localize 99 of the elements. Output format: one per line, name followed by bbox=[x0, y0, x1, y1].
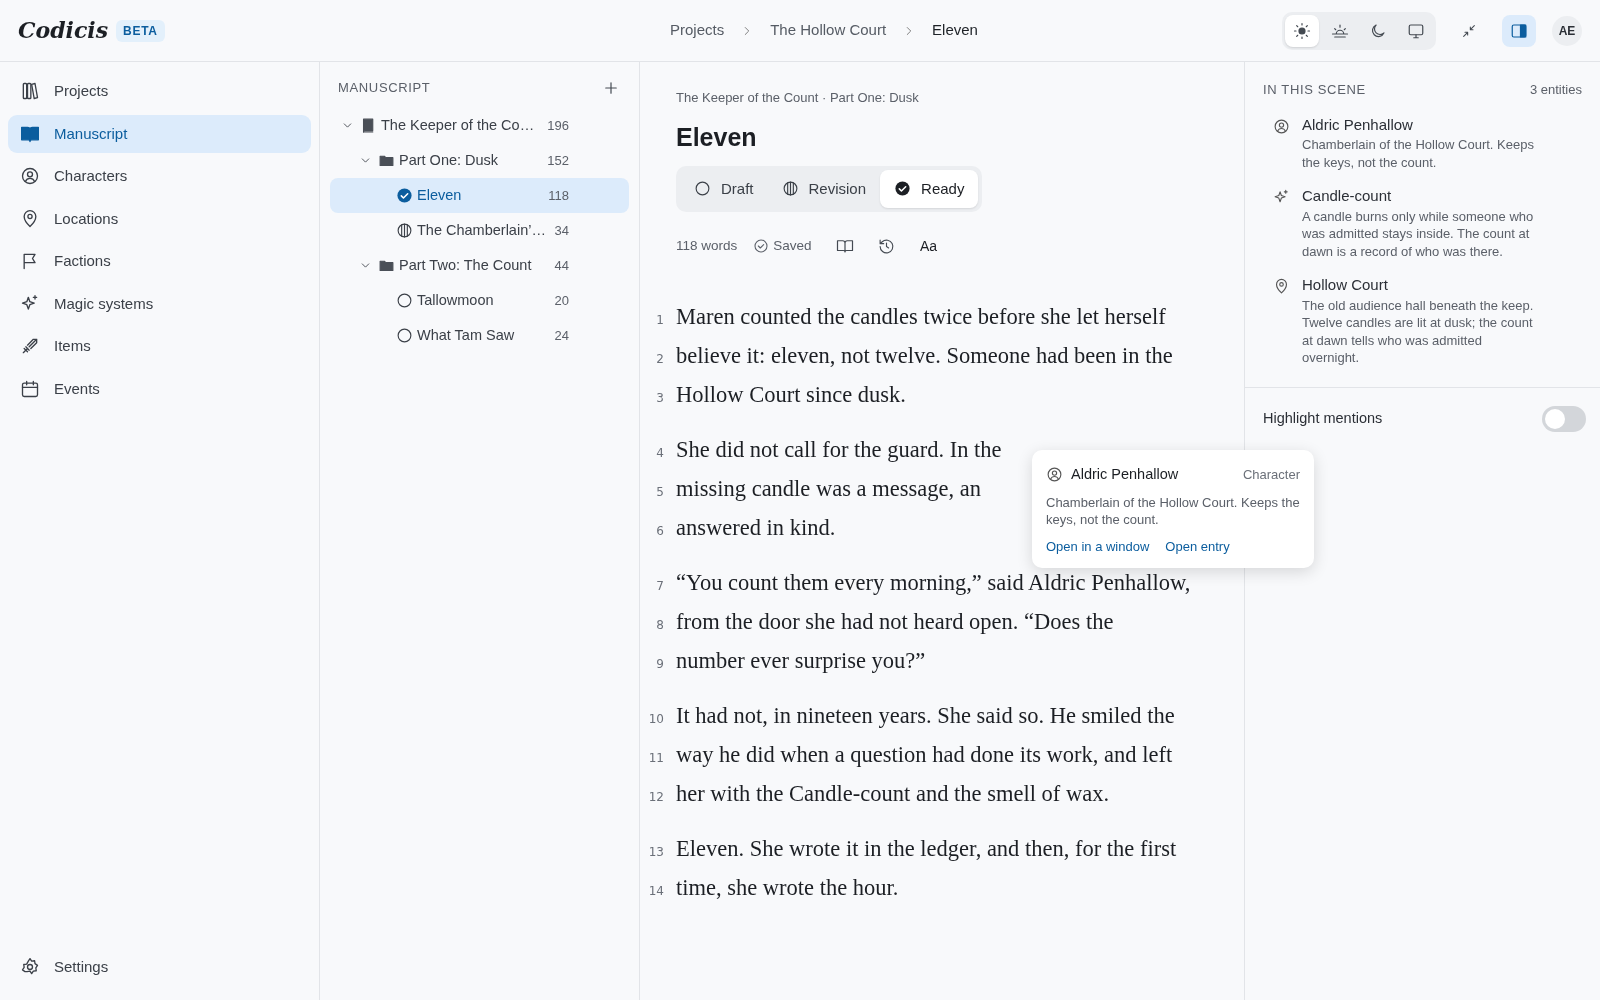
prose-line: “You count them every morning,” said Aldric Penhallow, bbox=[676, 569, 1191, 597]
entity-name[interactable]: Candle-count bbox=[1302, 185, 1542, 208]
settings-icon bbox=[20, 956, 40, 977]
nav-item[interactable]: Characters bbox=[8, 157, 311, 196]
panel-title: IN THIS SCENE bbox=[1263, 81, 1366, 99]
prose-line: time, she wrote the hour. bbox=[676, 874, 899, 902]
tree-item[interactable]: Tallowmoon 20 bbox=[330, 283, 629, 318]
collapse-icon bbox=[1461, 22, 1477, 39]
nav-item[interactable]: Items bbox=[8, 327, 311, 366]
map-pin-icon bbox=[1273, 278, 1290, 296]
word-count: 118 words bbox=[676, 236, 738, 255]
prose-line: It had not, in nineteen years. She said so. He smiled the bbox=[676, 702, 1175, 730]
open-book-icon bbox=[835, 237, 854, 255]
popover-title: Aldric Penhallow bbox=[1071, 465, 1179, 484]
prose-line: She did not call for the guard. In the bbox=[676, 436, 1002, 464]
line-number: 1 bbox=[655, 312, 665, 329]
tree-item[interactable]: What Tam Saw 24 bbox=[330, 318, 629, 353]
popover-description: Chamberlain of the Hollow Court. Keeps the keys, not the count. bbox=[1046, 493, 1300, 529]
panel-title: MANUSCRIPT bbox=[338, 79, 431, 98]
breadcrumb-link[interactable]: Eleven bbox=[932, 19, 978, 42]
line-number: 4 bbox=[655, 445, 665, 462]
prose-line: Maren counted the candles twice before she let herself bbox=[676, 303, 1166, 331]
prose-line: believe it: eleven, not twelve. Someone had been in the bbox=[676, 342, 1173, 370]
panel-toggle-button[interactable] bbox=[1502, 14, 1536, 47]
moon-icon bbox=[1369, 21, 1387, 40]
tree-item[interactable]: Part Two: The Count 44 bbox=[330, 248, 629, 283]
line-number: 9 bbox=[655, 656, 665, 673]
entity-description: The old audience hall beneath the keep. Twelve candles are lit at dusk; the count at dawn tells who was admitted overnight. bbox=[1302, 296, 1535, 367]
empty-circle-icon bbox=[396, 327, 413, 344]
books-icon bbox=[20, 81, 40, 102]
app-logo: Codicis bbox=[18, 16, 109, 45]
line-number: 5 bbox=[655, 484, 665, 501]
striped-circle-icon bbox=[781, 180, 799, 198]
nav-item[interactable]: Manuscript bbox=[8, 114, 311, 153]
line-number: 8 bbox=[655, 617, 665, 634]
user-circle-icon bbox=[20, 166, 40, 187]
status-option[interactable]: Revision bbox=[767, 169, 881, 208]
empty-circle-icon bbox=[694, 180, 711, 198]
entity-count: 3 entities bbox=[1529, 81, 1582, 99]
settings-nav-item[interactable]: Settings bbox=[8, 947, 311, 986]
scene-context: The Keeper of the Count · Part One: Dusk bbox=[675, 89, 920, 107]
calendar-icon bbox=[20, 378, 40, 399]
prose-line: missing candle was a message, an bbox=[676, 475, 981, 503]
prose-line: Eleven. She wrote it in the ledger, and then, for the first bbox=[676, 835, 1177, 863]
status-option[interactable]: Draft bbox=[680, 169, 768, 208]
popover-link[interactable]: Open entry bbox=[1165, 536, 1230, 557]
line-number: 14 bbox=[647, 883, 665, 900]
user-avatar[interactable]: AE bbox=[1552, 15, 1582, 46]
entity-name[interactable]: Aldric Penhallow bbox=[1302, 113, 1542, 136]
check-circle-icon bbox=[753, 238, 770, 254]
check-circle-icon bbox=[894, 180, 912, 198]
popover-link[interactable]: Open in a window bbox=[1046, 536, 1150, 557]
line-number: 11 bbox=[647, 750, 665, 767]
entity-description: A candle burns only while someone who was admitted stays inside. The count at dawn is a record of who was there. bbox=[1302, 207, 1535, 261]
line-number: 10 bbox=[647, 711, 665, 728]
striped-circle-icon bbox=[396, 222, 413, 239]
toggle-switch[interactable] bbox=[1542, 405, 1586, 432]
line-number: 13 bbox=[647, 844, 665, 861]
nav-item[interactable]: Projects bbox=[8, 72, 311, 111]
beta-badge: BETA bbox=[116, 19, 165, 42]
line-number: 12 bbox=[647, 789, 665, 806]
prose-line: from the door she had not heard open. “Does the bbox=[676, 608, 1114, 636]
theme-button[interactable] bbox=[1285, 14, 1319, 47]
check-circle-icon bbox=[396, 187, 413, 204]
entity-type: Character bbox=[1242, 466, 1300, 485]
nav-item[interactable]: Magic systems bbox=[8, 284, 311, 323]
save-status: Saved bbox=[773, 236, 812, 255]
line-number: 7 bbox=[655, 578, 665, 595]
sidebar-icon bbox=[1510, 21, 1528, 40]
tree-item[interactable]: Eleven 118 bbox=[330, 178, 629, 213]
plus-icon bbox=[602, 79, 620, 97]
tree-item[interactable]: Part One: Dusk 152 bbox=[330, 143, 629, 178]
prose-line: number ever surprise you?” bbox=[676, 647, 926, 675]
prose-line: Hollow Court since dusk. bbox=[676, 381, 906, 409]
user-circle-icon bbox=[1046, 466, 1063, 484]
prose-line: answered in kind. bbox=[676, 514, 836, 542]
monitor-icon bbox=[1407, 21, 1425, 40]
empty-circle-icon bbox=[396, 292, 413, 309]
user-circle-icon bbox=[1273, 117, 1290, 135]
history-icon bbox=[878, 237, 896, 255]
typography-button[interactable]: Aa bbox=[911, 230, 946, 262]
entity-description: Chamberlain of the Hollow Court. Keeps the keys, not the count. bbox=[1302, 136, 1535, 172]
line-number: 6 bbox=[655, 523, 665, 540]
line-number: 2 bbox=[655, 351, 665, 368]
scene-title: Eleven bbox=[675, 121, 758, 152]
sun-icon bbox=[1293, 21, 1311, 40]
nav-item[interactable]: Events bbox=[8, 369, 311, 408]
prose-line: her with the Candle-count and the smell of wax. bbox=[676, 780, 1109, 808]
nav-item[interactable]: Locations bbox=[8, 199, 311, 238]
nav-item[interactable]: Factions bbox=[8, 242, 311, 281]
toggle-label: Highlight mentions bbox=[1263, 409, 1383, 429]
status-option[interactable]: Ready bbox=[880, 169, 979, 208]
prose-line: way he did when a question had done its work, and left bbox=[676, 741, 1173, 769]
tree-item[interactable]: The Chamberlain’… 34 bbox=[330, 213, 629, 248]
line-number: 3 bbox=[655, 390, 665, 407]
breadcrumb-link[interactable]: Projects bbox=[670, 19, 725, 42]
tree-item[interactable]: The Keeper of the Co… 196 bbox=[330, 108, 629, 143]
entity-name[interactable]: Hollow Court bbox=[1302, 274, 1542, 297]
breadcrumb-link[interactable]: The Hollow Court bbox=[770, 19, 887, 42]
